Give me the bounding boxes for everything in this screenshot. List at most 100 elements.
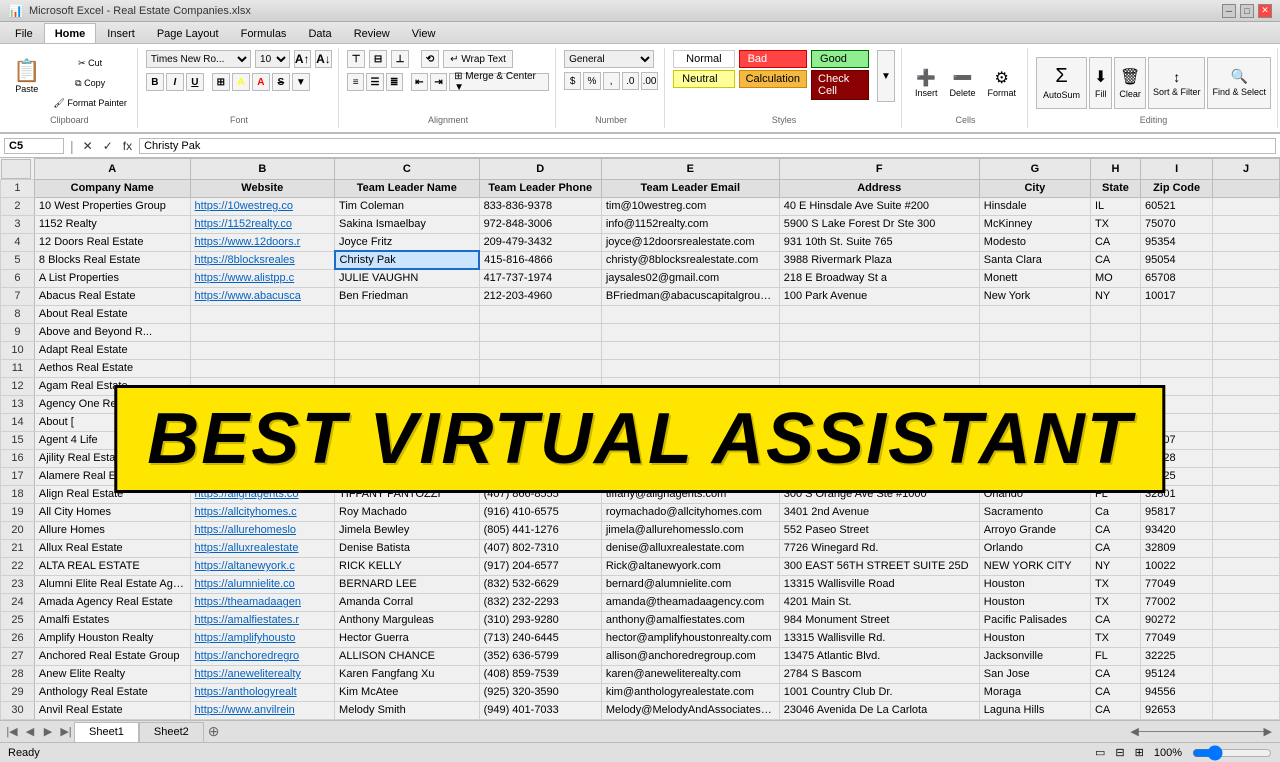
cell-address[interactable]: 7726 Winegard Rd. bbox=[779, 539, 979, 557]
cell-zip-code[interactable] bbox=[1140, 359, 1212, 377]
cell-address[interactable]: 210 Redwood Avenue bbox=[779, 467, 979, 485]
cell-zip-code[interactable]: 94928 bbox=[1140, 449, 1212, 467]
cell-zip-code[interactable]: 10017 bbox=[1140, 287, 1212, 305]
cell-company-name[interactable]: Agam Real Estate bbox=[34, 377, 190, 395]
cell-zip-code[interactable]: 32225 bbox=[1140, 647, 1212, 665]
text-direction-button[interactable]: ⟲ bbox=[421, 50, 439, 68]
cell-company-name[interactable]: Amplify Houston Realty bbox=[34, 629, 190, 647]
cell-team-leader-phone[interactable]: (916) 410-6575 bbox=[479, 503, 601, 521]
cell-zip-code[interactable]: 77049 bbox=[1140, 575, 1212, 593]
cell-state[interactable]: TX bbox=[1090, 593, 1140, 611]
cell-city[interactable]: Jacksonville bbox=[979, 647, 1090, 665]
col-header-b[interactable]: B bbox=[190, 159, 335, 180]
cancel-formula-button[interactable]: ✕ bbox=[80, 139, 96, 153]
cell-city[interactable] bbox=[979, 305, 1090, 323]
cell-team-leader-phone[interactable]: (407) 802-7310 bbox=[479, 539, 601, 557]
cell-state[interactable]: FL bbox=[1090, 647, 1140, 665]
cell-team-leader-name[interactable]: Roy Machado bbox=[335, 503, 480, 521]
cell-team-leader-phone[interactable]: 972-848-3006 bbox=[479, 215, 601, 233]
cell-address[interactable]: 13475 Atlantic Blvd. bbox=[779, 647, 979, 665]
tab-insert[interactable]: Insert bbox=[96, 23, 146, 43]
sheet-nav-next[interactable]: ▶ bbox=[40, 725, 56, 738]
cell-extra[interactable] bbox=[1213, 413, 1280, 431]
cell-team-leader-name[interactable]: Jimela Bewley bbox=[335, 521, 480, 539]
cell-team-leader-phone[interactable]: (713) 240-6445 bbox=[479, 629, 601, 647]
cell-address[interactable]: 3401 2nd Avenue bbox=[779, 503, 979, 521]
cell-zip-code[interactable]: 94925 bbox=[1140, 467, 1212, 485]
cell-city[interactable]: Orlando bbox=[979, 539, 1090, 557]
cell-zip-code[interactable]: 77002 bbox=[1140, 593, 1212, 611]
cell-team-leader-email[interactable]: GQ@ajilityrealestate.com bbox=[601, 449, 779, 467]
cell-team-leader-email[interactable] bbox=[601, 323, 779, 341]
cell-team-leader-phone[interactable] bbox=[479, 413, 601, 431]
cell-city[interactable]: Santa Clara bbox=[979, 251, 1090, 269]
cell-team-leader-email[interactable]: jimela@allurehomesslo.com bbox=[601, 521, 779, 539]
cell-team-leader-email[interactable] bbox=[601, 413, 779, 431]
cell-city[interactable]: NEW YORK CITY bbox=[979, 557, 1090, 575]
cell-extra[interactable] bbox=[1213, 701, 1280, 719]
cell-zip-code[interactable]: 94556 bbox=[1140, 683, 1212, 701]
add-sheet-button[interactable]: ⊕ bbox=[208, 723, 220, 740]
cell-extra[interactable] bbox=[1213, 305, 1280, 323]
col-header-j[interactable]: J bbox=[1213, 159, 1280, 180]
cell-zip-code[interactable]: 32801 bbox=[1140, 485, 1212, 503]
insert-function-button[interactable]: fx bbox=[120, 139, 135, 153]
cell-team-leader-name[interactable]: Denise Batista bbox=[335, 539, 480, 557]
cell-address[interactable]: Address bbox=[779, 179, 979, 197]
view-layout-icon[interactable]: ⊟ bbox=[1115, 746, 1124, 759]
horizontal-scrollbar[interactable]: ◀────────────────▶ bbox=[1130, 725, 1280, 738]
cell-extra[interactable] bbox=[1213, 485, 1280, 503]
cell-state[interactable]: CA bbox=[1090, 611, 1140, 629]
border-button[interactable]: ⊞ bbox=[212, 73, 230, 91]
cell-zip-code[interactable] bbox=[1140, 341, 1212, 359]
cell-team-leader-phone[interactable]: (832) 232-2293 bbox=[479, 593, 601, 611]
cell-team-leader-phone[interactable]: (917) 204-6577 bbox=[479, 557, 601, 575]
cell-team-leader-email[interactable] bbox=[601, 395, 779, 413]
cell-team-leader-name[interactable]: Kim McAtee bbox=[335, 683, 480, 701]
view-normal-icon[interactable]: ▭ bbox=[1095, 746, 1105, 759]
cell-company-name[interactable]: Anvil Real Estate bbox=[34, 701, 190, 719]
cell-team-leader-name[interactable]: Team Leader Name bbox=[335, 179, 480, 197]
cell-team-leader-phone[interactable]: (407) 866-8555 bbox=[479, 485, 601, 503]
cell-state[interactable]: Ca bbox=[1090, 503, 1140, 521]
style-calculation-button[interactable]: Calculation bbox=[739, 70, 807, 88]
cell-city[interactable] bbox=[979, 359, 1090, 377]
cell-website[interactable]: https://ajilityrealestat bbox=[190, 449, 335, 467]
cell-website[interactable]: https://agent4lifereal bbox=[190, 431, 335, 449]
cell-team-leader-phone[interactable]: 212-203-4960 bbox=[479, 287, 601, 305]
col-header-e[interactable]: E bbox=[601, 159, 779, 180]
cell-state[interactable]: CA bbox=[1090, 233, 1140, 251]
cell-team-leader-name[interactable]: Joyce Fritz bbox=[335, 233, 480, 251]
cell-zip-code[interactable] bbox=[1140, 305, 1212, 323]
cell-company-name[interactable]: 10 West Properties Group bbox=[34, 197, 190, 215]
cell-address[interactable]: 1500 Valley House Drive bbox=[779, 449, 979, 467]
cell-team-leader-email[interactable]: roymachado@allcityhomes.com bbox=[601, 503, 779, 521]
cell-team-leader-email[interactable] bbox=[601, 377, 779, 395]
cell-address[interactable]: 931 10th St. Suite 765 bbox=[779, 233, 979, 251]
cell-team-leader-name[interactable] bbox=[335, 341, 480, 359]
cell-team-leader-phone[interactable]: (310) 293-9280 bbox=[479, 611, 601, 629]
cell-team-leader-email[interactable]: kim@anthologyrealestate.com bbox=[601, 683, 779, 701]
cell-website[interactable]: https://8blocksreales bbox=[190, 251, 335, 269]
cell-website[interactable]: https://www.abacusca bbox=[190, 287, 335, 305]
cell-website[interactable]: https://10westreg.co bbox=[190, 197, 335, 215]
cell-company-name[interactable]: Adapt Real Estate bbox=[34, 341, 190, 359]
style-neutral-button[interactable]: Neutral bbox=[673, 70, 734, 88]
cell-website[interactable] bbox=[190, 359, 335, 377]
cell-city[interactable]: Laguna Hills bbox=[979, 701, 1090, 719]
sort-filter-button[interactable]: ↕ Sort & Filter bbox=[1148, 57, 1206, 109]
cell-city[interactable]: Pacific Palisades bbox=[979, 611, 1090, 629]
cell-extra[interactable] bbox=[1213, 575, 1280, 593]
cell-team-leader-phone[interactable]: (925) 320-3590 bbox=[479, 683, 601, 701]
cell-extra[interactable] bbox=[1213, 557, 1280, 575]
cell-zip-code[interactable]: 90272 bbox=[1140, 611, 1212, 629]
cell-website[interactable]: https://alumnielite.co bbox=[190, 575, 335, 593]
cell-reference-input[interactable] bbox=[4, 138, 64, 154]
cell-state[interactable]: CA bbox=[1090, 701, 1140, 719]
view-pagebreak-icon[interactable]: ⊞ bbox=[1135, 746, 1144, 759]
cell-website[interactable] bbox=[190, 377, 335, 395]
close-button[interactable]: ✕ bbox=[1258, 4, 1272, 18]
cell-team-leader-email[interactable]: Team Leader Email bbox=[601, 179, 779, 197]
cell-team-leader-phone[interactable]: (949) 401-7033 bbox=[479, 701, 601, 719]
tab-home[interactable]: Home bbox=[44, 23, 97, 43]
